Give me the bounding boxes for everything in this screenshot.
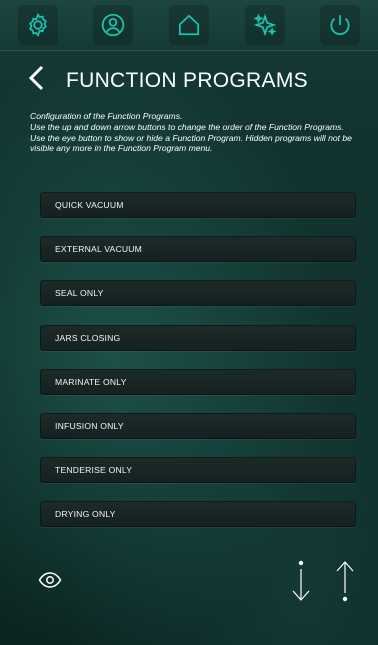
program-item-tenderise-only[interactable]: TENDERISE ONLY — [40, 457, 356, 484]
sparkle-icon — [252, 13, 276, 37]
chevron-left-icon — [28, 65, 44, 91]
page-title: FUNCTION PROGRAMS — [66, 68, 308, 92]
toggle-visibility-button[interactable] — [38, 570, 62, 595]
move-down-button[interactable] — [289, 559, 313, 608]
user-icon — [102, 13, 125, 37]
program-item-jars-closing[interactable]: JARS CLOSING — [40, 324, 356, 351]
power-icon — [330, 15, 350, 36]
arrow-down-icon — [292, 560, 310, 601]
arrow-up-icon — [336, 561, 354, 602]
program-item-quick-vacuum[interactable]: QUICK VACUUM — [40, 192, 356, 218]
page-header: FUNCTION PROGRAMS — [26, 64, 308, 97]
user-button[interactable] — [93, 5, 134, 45]
program-item-marinate-only[interactable]: MARINATE ONLY — [40, 368, 356, 395]
program-item-drying-only[interactable]: DRYING ONLY — [40, 501, 356, 528]
description-text: Configuration of the Function Programs. … — [30, 111, 365, 154]
description-line: Use the up and down arrow buttons to cha… — [30, 121, 344, 132]
eye-icon — [38, 572, 62, 588]
settings-button[interactable] — [17, 5, 58, 45]
top-toolbar — [0, 0, 378, 51]
back-button[interactable] — [26, 64, 48, 97]
gear-icon — [28, 12, 47, 38]
program-item-infusion-only[interactable]: INFUSION ONLY — [40, 412, 356, 439]
description-line: Use the eye button to show or hide a Fun… — [30, 132, 352, 154]
home-button[interactable] — [168, 5, 209, 45]
sparkle-button[interactable] — [244, 5, 285, 45]
program-item-seal-only[interactable]: SEAL ONLY — [40, 280, 356, 307]
program-item-external-vacuum[interactable]: EXTERNAL VACUUM — [40, 236, 356, 263]
power-button[interactable] — [320, 5, 361, 45]
move-up-button[interactable] — [333, 559, 357, 608]
program-list: QUICK VACUUM EXTERNAL VACUUM SEAL ONLY J… — [40, 192, 356, 546]
description-line: Configuration of the Function Programs. — [30, 111, 183, 121]
home-icon — [178, 14, 200, 36]
